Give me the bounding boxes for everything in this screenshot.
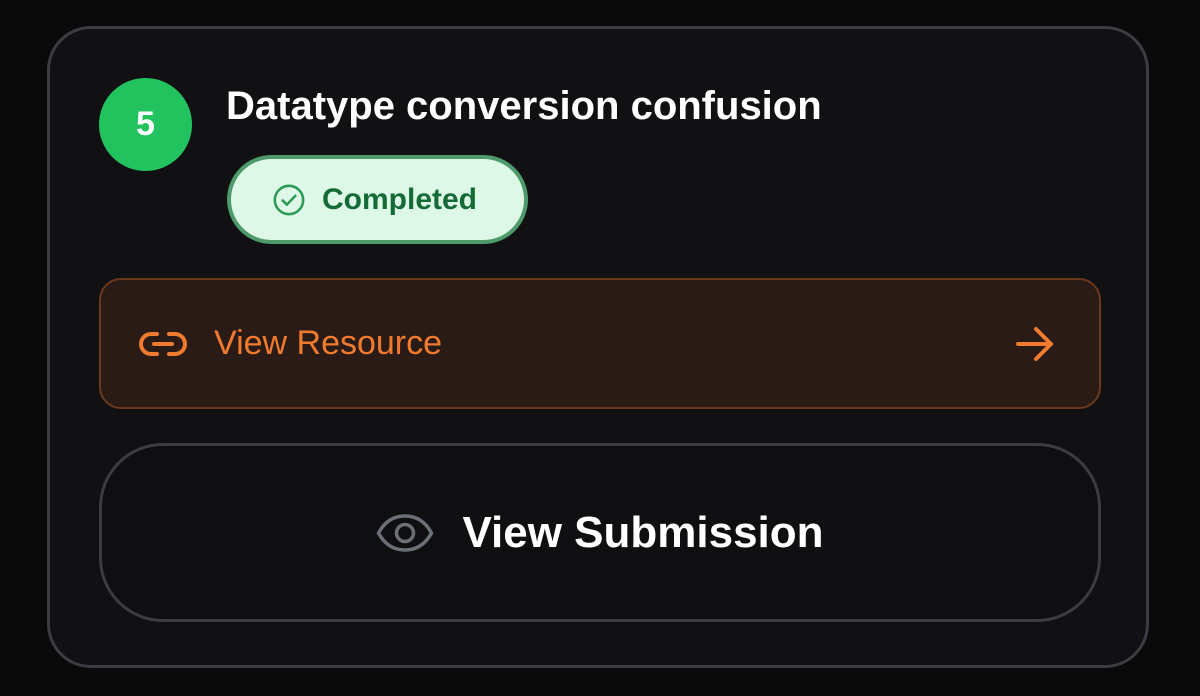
view-submission-button[interactable]: View Submission: [99, 443, 1101, 622]
step-number-badge: 5: [99, 78, 192, 171]
view-resource-label: View Resource: [214, 324, 443, 362]
status-badge: Completed: [227, 155, 528, 244]
view-resource-button[interactable]: View Resource: [99, 278, 1101, 409]
view-submission-label: View Submission: [462, 507, 824, 557]
check-circle-icon: [273, 184, 305, 215]
link-icon: [139, 331, 187, 356]
task-title: Datatype conversion confusion: [226, 84, 822, 128]
status-label: Completed: [322, 182, 478, 216]
arrow-right-icon: [1016, 326, 1053, 361]
eye-icon: [377, 513, 434, 552]
step-number: 5: [136, 105, 155, 143]
